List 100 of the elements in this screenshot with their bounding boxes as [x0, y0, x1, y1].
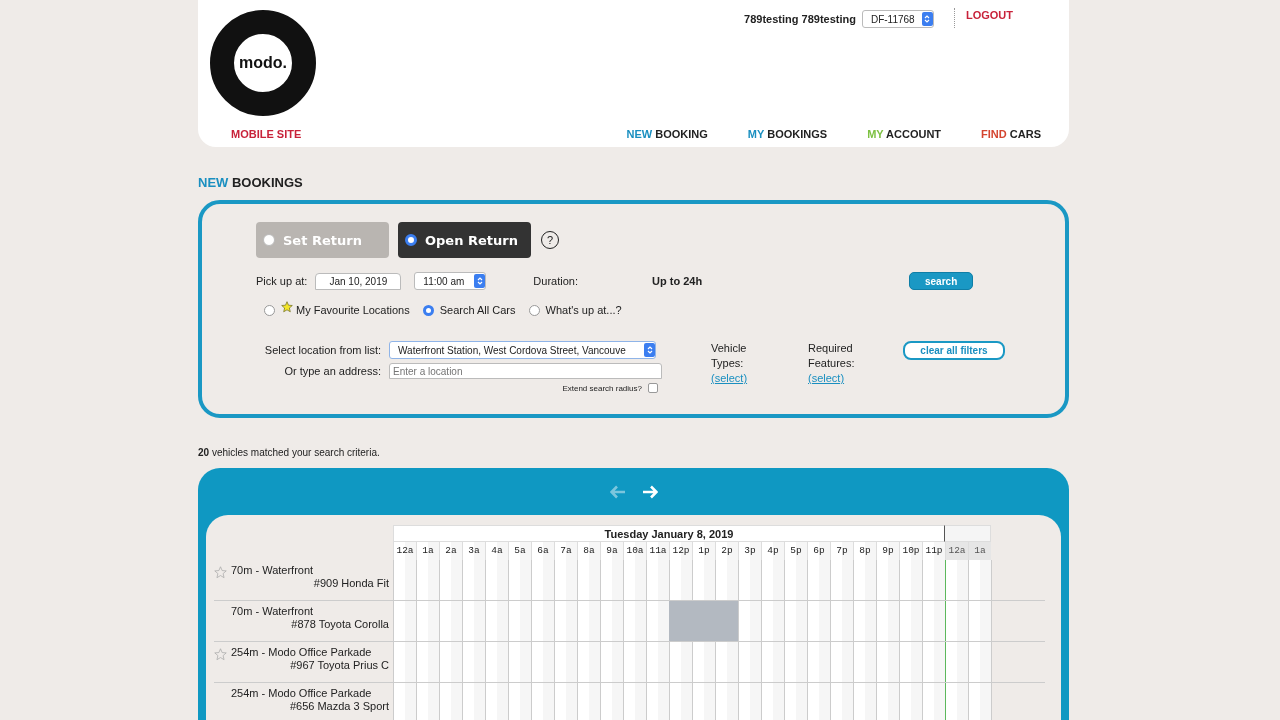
time-slot[interactable] [416, 601, 439, 641]
time-slot[interactable] [646, 560, 669, 600]
time-slot[interactable] [761, 642, 784, 682]
time-slot[interactable] [876, 642, 899, 682]
time-slot[interactable] [600, 601, 623, 641]
time-slot[interactable] [968, 683, 991, 720]
time-slot[interactable] [485, 601, 508, 641]
time-slot[interactable] [462, 560, 485, 600]
time-slot[interactable] [416, 683, 439, 720]
time-slot[interactable] [738, 601, 761, 641]
time-slot[interactable] [439, 560, 462, 600]
radio-button[interactable] [422, 304, 434, 316]
time-slot[interactable] [577, 642, 600, 682]
time-slot[interactable] [761, 560, 784, 600]
time-slot[interactable] [784, 683, 807, 720]
time-slot[interactable] [554, 683, 577, 720]
time-slot[interactable] [853, 683, 876, 720]
checkbox[interactable] [648, 383, 658, 393]
nav-link[interactable]: NEW BOOKING [626, 128, 708, 140]
time-slot[interactable] [508, 683, 531, 720]
time-slot[interactable] [416, 560, 439, 600]
time-slot[interactable] [600, 560, 623, 600]
time-slot[interactable] [393, 560, 416, 600]
left-arrow-icon[interactable] [609, 485, 626, 499]
time-slot[interactable] [945, 601, 968, 641]
time-slot[interactable] [554, 560, 577, 600]
account-select[interactable]: DF-11768 [861, 10, 934, 28]
nav-link[interactable]: MY ACCOUNT [867, 128, 942, 140]
address-field[interactable]: Enter a location [389, 363, 662, 379]
time-slot[interactable] [646, 601, 669, 641]
time-slot[interactable] [899, 601, 922, 641]
time-slot[interactable] [784, 560, 807, 600]
time-slot[interactable] [738, 642, 761, 682]
mobile-site-link[interactable]: MOBILE SITE [231, 128, 302, 140]
time-slot[interactable] [830, 683, 853, 720]
time-slot[interactable] [738, 683, 761, 720]
time-slot[interactable] [761, 601, 784, 641]
time-slot[interactable] [600, 683, 623, 720]
time-slot[interactable] [922, 683, 945, 720]
time-slot[interactable] [807, 601, 830, 641]
time-slot[interactable] [577, 601, 600, 641]
time-slot[interactable] [623, 601, 646, 641]
time-slot[interactable] [784, 601, 807, 641]
time-slot[interactable] [462, 683, 485, 720]
time-slot[interactable] [945, 642, 968, 682]
time-slot[interactable] [945, 683, 968, 720]
time-slot[interactable] [807, 560, 830, 600]
time-slot[interactable] [830, 642, 853, 682]
time-slot[interactable] [577, 560, 600, 600]
location-select[interactable]: Waterfront Station, West Cordova Street, Vancouve [389, 341, 656, 359]
time-slot[interactable] [807, 683, 830, 720]
time-slot[interactable] [899, 683, 922, 720]
time-slot[interactable] [853, 642, 876, 682]
time-slot[interactable] [416, 642, 439, 682]
time-slot[interactable] [968, 642, 991, 682]
date-field[interactable]: Jan 10, 2019 [315, 272, 402, 290]
logo-ring[interactable]: modo. [210, 10, 316, 116]
time-slot[interactable] [669, 560, 692, 600]
nav-link[interactable]: FIND CARS [981, 128, 1041, 140]
time-slot[interactable] [692, 642, 715, 682]
time-slot[interactable] [439, 601, 462, 641]
time-slot[interactable] [393, 683, 416, 720]
time-slot[interactable] [853, 601, 876, 641]
logout-link[interactable]: LOGOUT [953, 7, 1013, 28]
time-slot[interactable] [692, 560, 715, 600]
time-slot[interactable] [439, 683, 462, 720]
star-icon[interactable] [214, 648, 227, 661]
time-slot[interactable] [531, 601, 554, 641]
nav-link[interactable]: MY BOOKINGS [747, 128, 828, 140]
radio-button[interactable] [264, 304, 275, 316]
time-slot[interactable] [922, 642, 945, 682]
time-slot[interactable] [600, 642, 623, 682]
time-slot[interactable] [876, 601, 899, 641]
time-slot[interactable] [485, 683, 508, 720]
time-slot[interactable] [462, 601, 485, 641]
time-slot[interactable] [669, 642, 692, 682]
time-slot[interactable] [761, 683, 784, 720]
time-slot[interactable] [623, 642, 646, 682]
clear-filters-button[interactable]: clear all filters [903, 341, 1005, 360]
time-slot[interactable] [922, 560, 945, 600]
time-slot[interactable] [623, 683, 646, 720]
time-slot[interactable] [968, 560, 991, 600]
time-slot[interactable] [393, 642, 416, 682]
time-slot[interactable] [577, 683, 600, 720]
time-slot[interactable] [554, 601, 577, 641]
time-slot[interactable] [807, 642, 830, 682]
time-slot[interactable] [646, 642, 669, 682]
right-arrow-icon[interactable] [641, 485, 658, 499]
time-slot[interactable] [508, 601, 531, 641]
time-slot[interactable] [485, 560, 508, 600]
time-slot[interactable] [531, 642, 554, 682]
time-slot[interactable] [485, 642, 508, 682]
time-slot[interactable] [439, 642, 462, 682]
time-slot[interactable] [738, 560, 761, 600]
time-slot[interactable] [623, 560, 646, 600]
time-slot[interactable] [692, 683, 715, 720]
time-slot[interactable] [922, 601, 945, 641]
time-slot[interactable] [531, 560, 554, 600]
time-select[interactable]: 11:00 am [414, 272, 487, 290]
time-slot[interactable] [945, 560, 968, 600]
